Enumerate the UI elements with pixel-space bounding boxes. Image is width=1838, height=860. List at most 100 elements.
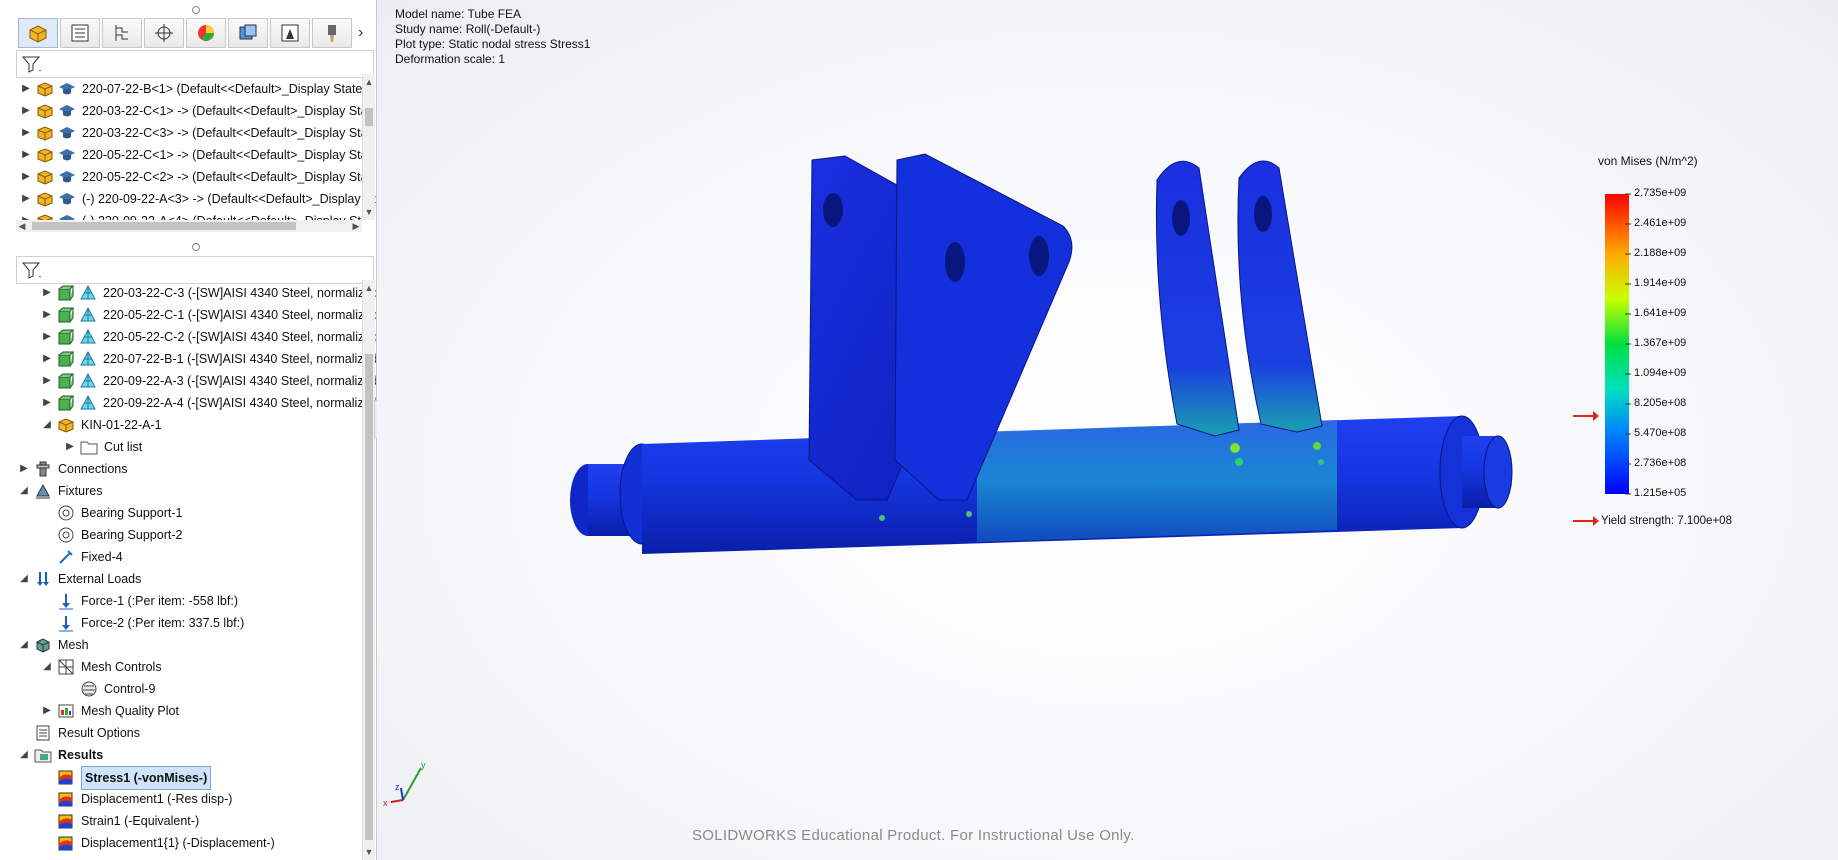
expand-arrow-icon[interactable]: ▶ [41,326,53,348]
simulation-icon [281,24,299,42]
study-tree-vscroll[interactable]: ▲ ▼ [362,280,375,860]
connections-item-label: Connections [58,462,128,476]
appearances-tab[interactable] [312,18,352,48]
expand-arrow-icon[interactable]: ▶ [20,100,32,122]
tube-part [570,415,1513,554]
assembly-component[interactable]: ▶ 220-03-22-C<3> -> (Default<<Default>_Di… [0,122,371,144]
result-plot-item[interactable]: Stress1 (-vonMises-) [0,766,360,790]
expand-arrow-icon[interactable]: ▶ [41,370,53,392]
mesh-control-item[interactable]: Control-9 [0,678,360,700]
force-item[interactable]: Force-2 (:Per item: 337.5 lbf:) [0,612,360,634]
property-manager-tab[interactable] [60,18,100,48]
results-folder-label: Results [58,748,104,762]
simulation-tab[interactable] [270,18,310,48]
expand-arrow-icon[interactable]: ▶ [18,458,30,480]
assembly-component[interactable]: ▶ 220-07-22-B<1> (Default<<Default>_Displ… [0,78,373,100]
cam-tab[interactable] [228,18,268,48]
expand-arrow-icon[interactable]: ▶ [20,78,32,100]
expand-arrow-icon[interactable]: ▶ [20,188,32,210]
assembly-component[interactable]: ▶ (-) 220-09-22-A<3> -> (Default<<Default… [0,188,376,210]
graphics-viewport[interactable]: Model name: Tube FEA Study name: Roll(-D… [377,0,1838,860]
expand-arrow-icon[interactable]: ▶ [41,392,53,414]
weldment-item[interactable]: ◢ KIN-01-22-A-1 [0,414,360,436]
fixtures-item[interactable]: ◢ Fixtures [0,480,360,502]
triad-y-label: y [421,760,426,770]
legend-tick-label: 1.914e+09 [1634,277,1687,289]
expand-arrow-icon[interactable]: ▶ [20,210,32,220]
collapse-arrow-icon[interactable]: ◢ [18,744,30,766]
legend-title: von Mises (N/m^2) [1598,154,1698,168]
study-part-item[interactable]: ▶ 220-09-22-A-4 (-[SW]AISI 4340 Steel, no… [0,392,376,414]
external-loads-item[interactable]: ◢ External Loads [0,568,360,590]
expand-arrow-icon[interactable]: ▶ [20,122,32,144]
dimxpert-tab[interactable] [144,18,184,48]
fixture-item[interactable]: Fixed-4 [0,546,360,568]
assembly-tree: ▶ 220-07-22-B<1> (Default<<Default>_Displ… [0,74,376,220]
fixed-icon [57,548,75,566]
expand-arrow-icon[interactable]: ▶ [41,700,53,722]
result-plot-item-label: Displacement1{1} (-Displacement-) [81,836,275,850]
connections-item[interactable]: ▶ Connections [0,458,360,480]
mesh-quality-item[interactable]: ▶ Mesh Quality Plot [0,700,360,722]
watermark-text: SOLIDWORKS Educational Product. For Inst… [692,827,1135,844]
expand-arrow-icon[interactable]: ▶ [20,144,32,166]
fixture-item[interactable]: Bearing Support-2 [0,524,360,546]
result-plot-item[interactable]: Strain1 (-Equivalent-) [0,810,360,832]
force-item[interactable]: Force-1 (:Per item: -558 lbf:) [0,590,360,612]
expand-arrow-icon[interactable]: ▶ [41,348,53,370]
weldment-item-label: KIN-01-22-A-1 [81,418,162,432]
external-loads-item-label: External Loads [58,572,142,586]
expand-arrow-icon[interactable]: ▶ [64,436,76,458]
results-folder[interactable]: ◢ Results [0,744,360,766]
part-icon [36,190,54,208]
fixture-item[interactable]: Bearing Support-1 [0,502,360,524]
splitter-grip[interactable] [192,6,200,14]
cap-icon [58,102,76,120]
collapse-arrow-icon[interactable]: ◢ [18,480,30,502]
yield-legend-arrow [1573,516,1599,526]
display-manager-tab[interactable] [186,18,226,48]
quality-icon [57,702,75,720]
paint-icon [328,25,336,42]
configuration-manager-tab[interactable] [102,18,142,48]
assembly-component[interactable]: ▶ (-) 220-09-22-A<4> (Default<<Default>_D… [0,210,371,220]
legend-tick-label: 1.367e+09 [1634,337,1687,349]
bearing-icon [57,526,75,544]
study-part-item[interactable]: ▶ 220-07-22-B-1 (-[SW]AISI 4340 Steel, no… [0,348,376,370]
cut-list-folder[interactable]: ▶ Cut list [0,436,360,458]
expand-arrow-icon[interactable]: ▶ [20,166,32,188]
cap-icon [58,190,76,208]
legend-tick-label: 2.188e+09 [1634,247,1687,259]
more-tabs-icon[interactable]: › [358,24,363,42]
splitter-grip-2[interactable] [192,243,200,251]
study-part-item[interactable]: ▶ 220-03-22-C-3 (-[SW]AISI 4340 Steel, no… [0,282,376,304]
mesh-controls-item[interactable]: ◢ Mesh Controls [0,656,360,678]
feature-manager-tab[interactable] [18,18,58,48]
study-part-item-label: 220-09-22-A-4 (-[SW]AISI 4340 Steel, nor… [103,396,376,410]
collapse-arrow-icon[interactable]: ◢ [18,634,30,656]
assembly-tree-hscroll[interactable]: ◀ ▶ [16,220,362,232]
fixture-item-label: Bearing Support-2 [81,528,183,542]
assembly-component[interactable]: ▶ 220-05-22-C<2> -> (Default<<Default>_Di… [0,166,371,188]
assembly-component[interactable]: ▶ 220-05-22-C<1> -> (Default<<Default>_Di… [0,144,371,166]
expand-arrow-icon[interactable]: ▶ [41,282,53,304]
mesh-item[interactable]: ◢ Mesh [0,634,360,656]
collapse-arrow-icon[interactable]: ◢ [41,656,53,678]
study-part-item[interactable]: ▶ 220-05-22-C-2 (-[SW]AISI 4340 Steel, no… [0,326,376,348]
collapse-arrow-icon[interactable]: ◢ [41,414,53,436]
result-plot-item[interactable]: Displacement1{1} (-Displacement-) [0,832,360,854]
assembly-component-label: 220-03-22-C<3> -> (Default<<Default>_Dis… [82,126,372,140]
assembly-component[interactable]: ▶ 220-03-22-C<1> -> (Default<<Default>_Di… [0,100,371,122]
collapse-arrow-icon[interactable]: ◢ [18,568,30,590]
study-part-item[interactable]: ▶ 220-09-22-A-3 (-[SW]AISI 4340 Steel, no… [0,370,376,392]
expand-arrow-icon[interactable]: ▶ [41,304,53,326]
assembly-tree-vscroll[interactable]: ▲ ▼ [362,74,375,220]
fixtures-item-label: Fixtures [58,484,103,498]
color-legend [1605,193,1631,495]
study-part-item[interactable]: ▶ 220-05-22-C-1 (-[SW]AISI 4340 Steel, no… [0,304,376,326]
bearing-icon [57,504,75,522]
result-plot-item[interactable]: Displacement1 (-Res disp-) [0,788,360,810]
result-plot-item-label: Strain1 (-Equivalent-) [81,814,200,828]
result-options-item[interactable]: Result Options [0,722,360,744]
part-icon [36,212,54,220]
